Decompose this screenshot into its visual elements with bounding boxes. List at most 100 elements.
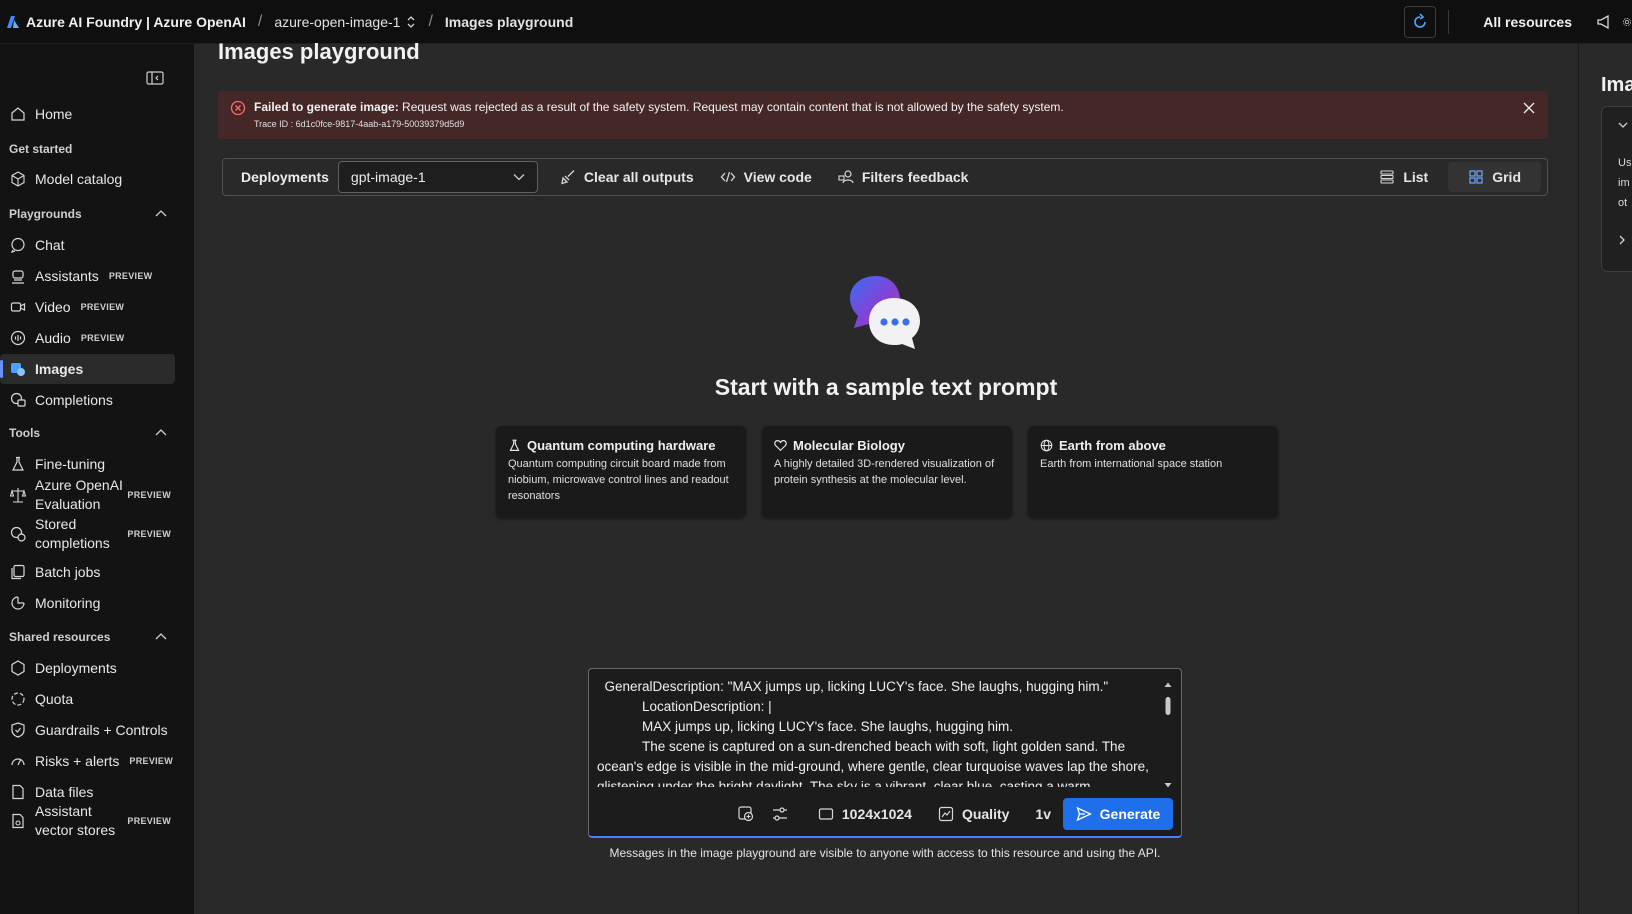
prompt-input-box[interactable]: GeneralDescription: "MAX jumps up, licki…	[588, 668, 1182, 838]
section-playgrounds[interactable]: Playgrounds	[0, 203, 168, 225]
error-text: Failed to generate image: Request was re…	[254, 100, 1064, 114]
sidebar-item-label: Assistant vector stores	[35, 802, 115, 840]
clear-all-label: Clear all outputs	[583, 169, 694, 185]
deployment-select[interactable]: gpt-image-1	[337, 161, 538, 193]
globe-icon	[1040, 439, 1053, 452]
list-icon	[1379, 169, 1395, 185]
document-icon	[9, 783, 27, 801]
card-title: Molecular Biology	[793, 438, 905, 453]
breadcrumb-separator: /	[428, 12, 433, 30]
collapse-sidebar-icon[interactable]	[146, 70, 164, 86]
prompt-scrollbar[interactable]	[1163, 681, 1173, 789]
view-code-button[interactable]: View code	[720, 169, 812, 185]
close-icon[interactable]	[1522, 101, 1536, 115]
monitoring-icon	[9, 594, 27, 612]
risk-gauge-icon	[9, 752, 27, 770]
sidebar-item-images[interactable]: Images	[0, 354, 175, 384]
deployments-label: Deployments	[241, 169, 329, 185]
image-size-button[interactable]: 1024x1024	[818, 806, 912, 822]
chevron-right-icon[interactable]	[1618, 235, 1626, 245]
sample-card-quantum[interactable]: Quantum computing hardware Quantum compu…	[496, 426, 746, 518]
chevron-up-icon	[154, 428, 168, 438]
right-panel-card: Us im ot	[1601, 106, 1632, 272]
quality-button[interactable]: Quality	[938, 806, 1009, 822]
sidebar-item-deployments[interactable]: Deployments	[0, 653, 175, 683]
sidebar-item-completions[interactable]: Completions	[0, 385, 175, 415]
label-line-2: vector stores	[35, 822, 116, 838]
card-header: Molecular Biology	[774, 438, 1000, 453]
sidebar-item-assistants[interactable]: Assistants PREVIEW	[0, 261, 175, 291]
sidebar-item-batch-jobs[interactable]: Batch jobs	[0, 557, 175, 587]
azure-logo-icon	[6, 15, 20, 29]
copilot-button[interactable]	[1404, 6, 1437, 38]
sidebar-item-chat[interactable]: Chat	[0, 230, 175, 260]
section-shared-resources[interactable]: Shared resources	[0, 626, 168, 648]
card-header: Quantum computing hardware	[508, 438, 734, 453]
sidebar-item-video[interactable]: Video PREVIEW	[0, 292, 175, 322]
grid-view-label: Grid	[1492, 169, 1521, 185]
sidebar: Home Get started Model catalog Playgroun…	[0, 44, 194, 914]
completions-icon	[9, 391, 27, 409]
sidebar-item-label: Deployments	[35, 660, 117, 676]
brand[interactable]: Azure AI Foundry | Azure OpenAI	[0, 14, 246, 30]
section-tools[interactable]: Tools	[0, 422, 168, 444]
prompt-textarea[interactable]: GeneralDescription: "MAX jumps up, licki…	[597, 677, 1157, 787]
sidebar-item-quota[interactable]: Quota	[0, 684, 175, 714]
sidebar-item-vector-stores[interactable]: Assistant vector stores PREVIEW	[0, 801, 175, 841]
home-icon	[9, 105, 27, 123]
people-feedback-icon	[838, 169, 854, 185]
sidebar-item-label: Assistants	[35, 268, 99, 284]
breadcrumb-resource[interactable]: azure-open-image-1	[274, 14, 416, 30]
right-panel-text: ot	[1618, 197, 1628, 209]
sidebar-item-monitoring[interactable]: Monitoring	[0, 588, 175, 618]
brand-title: Azure AI Foundry | Azure OpenAI	[26, 13, 246, 30]
error-label: Failed to generate image:	[254, 100, 399, 114]
settings-sliders-icon[interactable]	[768, 802, 792, 826]
top-bar: Azure AI Foundry | Azure OpenAI / azure-…	[0, 0, 1632, 44]
card-title: Quantum computing hardware	[527, 438, 716, 453]
sidebar-item-stored-completions[interactable]: Stored completions PREVIEW	[0, 514, 175, 554]
section-get-started: Get started	[0, 138, 168, 160]
images-icon	[9, 360, 27, 378]
label-line-1: Stored	[35, 516, 77, 532]
deployment-select-value: gpt-image-1	[350, 169, 426, 185]
sidebar-item-audio[interactable]: Audio PREVIEW	[0, 323, 175, 353]
sidebar-item-label: Chat	[35, 237, 65, 253]
list-view-button[interactable]: List	[1359, 162, 1448, 192]
assistant-icon	[9, 267, 27, 285]
megaphone-icon[interactable]	[1592, 10, 1616, 34]
broom-icon	[560, 169, 576, 185]
quality-icon	[938, 806, 954, 822]
stored-completions-icon	[9, 525, 27, 543]
cube-icon	[9, 170, 27, 188]
filters-feedback-button[interactable]: Filters feedback	[838, 169, 968, 185]
label-line-2: completions	[35, 535, 110, 551]
sidebar-item-azure-openai-evaluation[interactable]: Azure OpenAI Evaluation PREVIEW	[0, 475, 175, 515]
all-resources-link[interactable]: All resources	[1483, 14, 1572, 30]
sidebar-item-label: Audio	[35, 330, 71, 346]
sidebar-item-model-catalog[interactable]: Model catalog	[0, 164, 175, 194]
chevron-down-icon[interactable]	[1618, 121, 1628, 129]
preview-badge: PREVIEW	[80, 333, 125, 343]
sidebar-item-risks-alerts[interactable]: Risks + alerts PREVIEW	[0, 746, 175, 776]
flask-icon	[508, 439, 521, 452]
sidebar-item-label: Home	[35, 106, 73, 122]
sidebar-item-label: Risks + alerts	[35, 753, 120, 769]
card-body: Quantum computing circuit board made fro…	[508, 458, 729, 502]
gear-icon[interactable]	[1622, 10, 1632, 34]
list-view-label: List	[1403, 169, 1429, 185]
section-label: Playgrounds	[9, 207, 82, 221]
section-label: Tools	[9, 426, 41, 440]
sidebar-item-home[interactable]: Home	[0, 99, 175, 129]
image-count-button[interactable]: 1v	[1035, 806, 1051, 822]
preview-badge: PREVIEW	[129, 756, 174, 766]
sample-card-molecular-biology[interactable]: Molecular Biology A highly detailed 3D-r…	[762, 426, 1012, 518]
sidebar-item-guardrails[interactable]: Guardrails + Controls	[0, 715, 175, 745]
trace-id: Trace ID : 6d1c0fce-9817-4aab-a179-50039…	[254, 119, 465, 129]
clear-all-outputs-button[interactable]: Clear all outputs	[560, 169, 694, 185]
image-upload-icon[interactable]	[734, 802, 758, 826]
sample-card-earth-from-above[interactable]: Earth from above Earth from internationa…	[1028, 426, 1278, 518]
generate-button[interactable]: Generate	[1063, 798, 1173, 830]
grid-view-button[interactable]: Grid	[1448, 162, 1541, 192]
aspect-ratio-icon	[818, 806, 834, 822]
